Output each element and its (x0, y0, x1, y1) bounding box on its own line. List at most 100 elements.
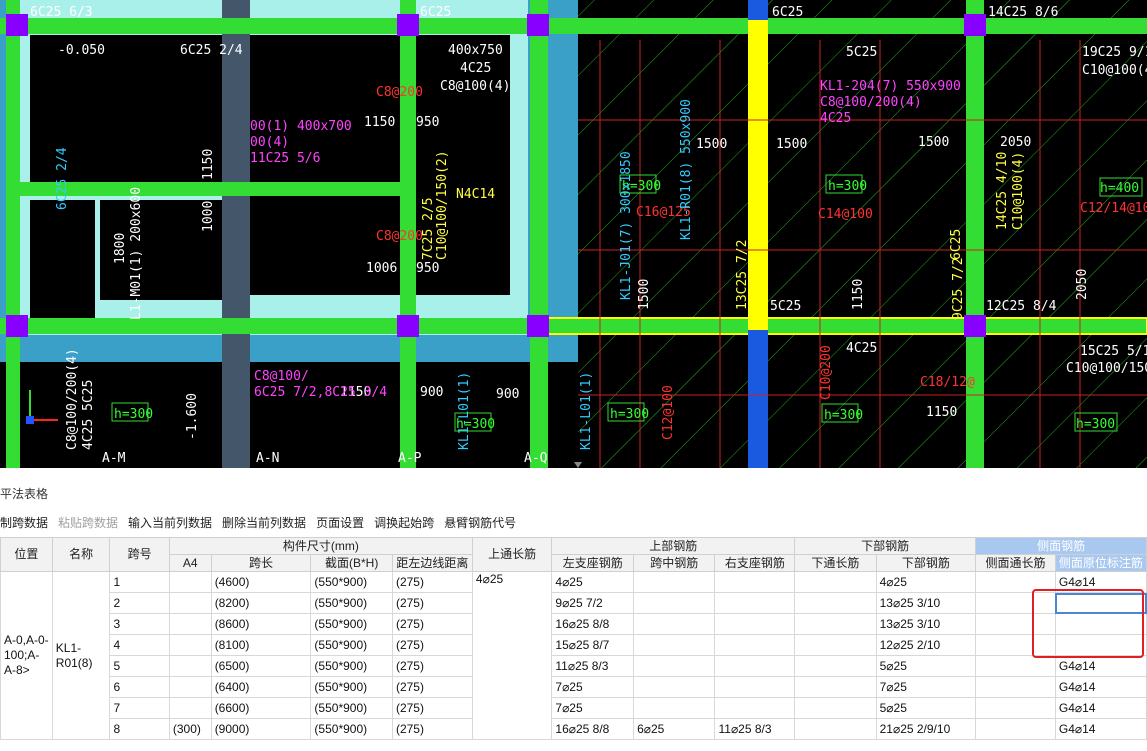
cell-span[interactable]: 2 (109, 592, 170, 614)
cell-dist[interactable]: (275) (391, 718, 473, 740)
table-row[interactable]: 2 (8200) (550*900) (275) 9⌀25 7/2 13⌀25 3/10 (1, 592, 1147, 614)
cell-right[interactable] (714, 592, 796, 614)
cell-dist[interactable]: (275) (391, 655, 473, 677)
header-name[interactable]: 名称 (51, 537, 111, 572)
cell-sec[interactable]: (550*900) (310, 571, 393, 593)
cell-bthrough[interactable] (794, 676, 877, 698)
cell-sthrough[interactable] (975, 592, 1056, 614)
cell-span[interactable]: 5 (109, 655, 170, 677)
header-top-through[interactable]: 上通长筋 (471, 537, 553, 572)
table-row[interactable]: 4 (8100) (550*900) (275) 15⌀25 8/7 12⌀25 2/10 (1, 634, 1147, 656)
cell-bottom[interactable]: 7⌀25 (875, 676, 977, 698)
cell-right[interactable] (714, 613, 796, 635)
cell-len[interactable]: (6600) (210, 697, 312, 719)
cell-dist[interactable]: (275) (391, 613, 473, 635)
cell-bthrough[interactable] (794, 634, 877, 656)
cell-left[interactable]: 11⌀25 8/3 (551, 655, 635, 677)
cell-right[interactable] (714, 697, 796, 719)
cell-left[interactable]: 16⌀25 8/8 (551, 613, 635, 635)
cell-dist[interactable]: (275) (391, 697, 473, 719)
cell-a4[interactable] (168, 571, 212, 593)
cell-sorig[interactable]: G4⌀14 (1054, 718, 1147, 740)
cell-sthrough[interactable] (975, 676, 1056, 698)
cell-right[interactable] (714, 655, 796, 677)
header-bottom-rebar[interactable]: 下部钢筋 (794, 537, 977, 555)
cell-position[interactable]: A-0,A-0-100;A-A-8> (0, 571, 53, 740)
cell-left[interactable]: 15⌀25 8/7 (551, 634, 635, 656)
cell-mid[interactable]: 6⌀25 (633, 718, 716, 740)
cell-span[interactable]: 1 (109, 571, 170, 593)
table-row[interactable]: 6 (6400) (550*900) (275) 7⌀25 7⌀25 G4⌀14 (1, 676, 1147, 698)
header-bottom-bar[interactable]: 下部钢筋 (875, 554, 977, 572)
cell-sorig[interactable]: G4⌀14 (1054, 571, 1147, 593)
toolbar-page-setup[interactable]: 页面设置 (316, 514, 364, 531)
table-row[interactable]: 8 (300) (9000) (550*900) (275) 16⌀25 8/8 6⌀25 1… (1, 718, 1147, 740)
cell-dist[interactable]: (275) (391, 676, 473, 698)
header-span[interactable]: 跨号 (109, 537, 170, 572)
cell-bottom[interactable]: 5⌀25 (875, 697, 977, 719)
cell-sec[interactable]: (550*900) (310, 718, 393, 740)
cell-bthrough[interactable] (794, 697, 877, 719)
cell-dist[interactable]: (275) (391, 592, 473, 614)
header-right-support[interactable]: 右支座钢筋 (714, 554, 796, 572)
cell-mid[interactable] (633, 655, 716, 677)
header-left-support[interactable]: 左支座钢筋 (551, 554, 635, 572)
toolbar-copy-span-data[interactable]: 制跨数据 (0, 514, 48, 531)
table-row[interactable]: 5 (6500) (550*900) (275) 11⌀25 8/3 5⌀25 G4⌀14 (1, 655, 1147, 677)
table-row[interactable]: A-0,A-0-100;A-A-8> KL1-R01(8) 1 (4600) (550*… (0, 571, 1147, 740)
cell-left[interactable]: 7⌀25 (551, 676, 635, 698)
toolbar-cantilever-code[interactable]: 悬臂钢筋代号 (444, 514, 516, 531)
cell-left[interactable]: 4⌀25 (551, 571, 635, 593)
cad-viewport[interactable]: 6C25 6/3 6C25 -0.050 6C25 2/4 400x750 4C… (0, 0, 1147, 468)
cell-sthrough[interactable] (975, 613, 1056, 635)
cell-bottom[interactable]: 12⌀25 2/10 (875, 634, 977, 656)
cell-sec[interactable]: (550*900) (310, 592, 393, 614)
header-position[interactable]: 位置 (0, 537, 53, 572)
cell-mid[interactable] (633, 676, 716, 698)
cell-sthrough[interactable] (975, 571, 1056, 593)
cell-sec[interactable]: (550*900) (310, 697, 393, 719)
cell-sorig[interactable]: G4⌀14 (1054, 655, 1147, 677)
cell-sorig[interactable]: G4⌀14 (1054, 697, 1147, 719)
cell-mid[interactable] (633, 634, 716, 656)
cell-bthrough[interactable] (794, 613, 877, 635)
cell-span[interactable]: 4 (109, 634, 170, 656)
cell-len[interactable]: (8100) (210, 634, 312, 656)
toolbar-input-column-data[interactable]: 输入当前列数据 (128, 514, 212, 531)
cell-bthrough[interactable] (794, 655, 877, 677)
cell-sthrough[interactable] (975, 697, 1056, 719)
cell-a4[interactable] (168, 676, 212, 698)
cell-a4[interactable] (168, 655, 212, 677)
cell-right[interactable]: 11⌀25 8/3 (714, 718, 796, 740)
cell-len[interactable]: (9000) (210, 718, 312, 740)
cell-len[interactable]: (8200) (210, 592, 312, 614)
header-side-through[interactable]: 侧面通长筋 (975, 554, 1056, 572)
toolbar-paste-span-data[interactable]: 粘贴跨数据 (58, 514, 118, 531)
cell-bottom[interactable]: 13⌀25 3/10 (875, 592, 977, 614)
cell-bthrough[interactable] (794, 571, 877, 593)
cell-sthrough[interactable] (975, 655, 1056, 677)
cell-dist[interactable]: (275) (391, 634, 473, 656)
cell-sthrough[interactable] (975, 718, 1056, 740)
cell-mid[interactable] (633, 697, 716, 719)
cell-a4[interactable] (168, 613, 212, 635)
cell-bottom[interactable]: 21⌀25 2/9/10 (875, 718, 977, 740)
cell-bthrough[interactable] (794, 718, 877, 740)
cell-dist[interactable]: (275) (391, 571, 473, 593)
cell-left[interactable]: 16⌀25 8/8 (551, 718, 635, 740)
cell-bottom[interactable]: 13⌀25 3/10 (875, 613, 977, 635)
cell-bottom[interactable]: 5⌀25 (875, 655, 977, 677)
cell-sorig[interactable] (1054, 634, 1147, 656)
cell-span[interactable]: 3 (109, 613, 170, 635)
table-row[interactable]: 7 (6600) (550*900) (275) 7⌀25 5⌀25 G4⌀14 (1, 697, 1147, 719)
toolbar-delete-column-data[interactable]: 删除当前列数据 (222, 514, 306, 531)
cell-mid[interactable] (633, 571, 716, 593)
cell-left[interactable]: 9⌀25 7/2 (551, 592, 635, 614)
header-a4[interactable]: A4 (168, 554, 212, 572)
cell-bottom[interactable]: 4⌀25 (875, 571, 977, 593)
cell-right[interactable] (714, 571, 796, 593)
cell-len[interactable]: (4600) (210, 571, 312, 593)
table-row[interactable]: 3 (8600) (550*900) (275) 16⌀25 8/8 13⌀25 3/10 (1, 613, 1147, 635)
header-bottom-through[interactable]: 下通长筋 (794, 554, 877, 572)
cell-len[interactable]: (6500) (210, 655, 312, 677)
